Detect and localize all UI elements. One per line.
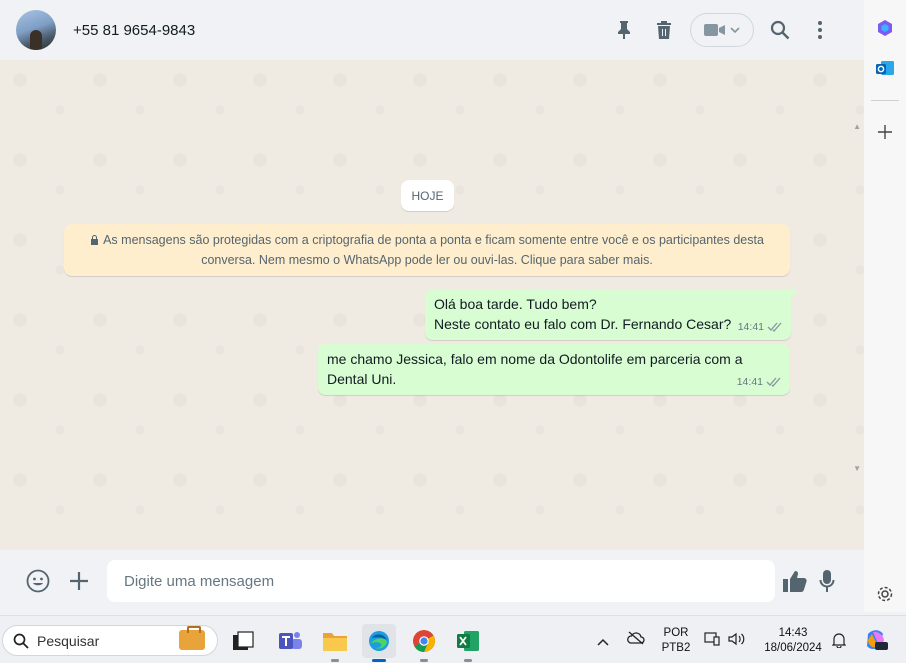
message-list[interactable]: ▲ ▼ HOJE As mensagens são protegidas com… — [0, 60, 864, 550]
microphone-icon[interactable] — [807, 561, 847, 601]
display-icon[interactable] — [704, 632, 720, 651]
edge-icon[interactable] — [362, 624, 396, 662]
chrome-icon[interactable] — [407, 624, 441, 662]
message-input[interactable] — [107, 560, 775, 602]
message-text-line: Olá boa tarde. Tudo bem? — [434, 296, 597, 312]
outlook-icon[interactable] — [872, 55, 898, 81]
running-indicator — [420, 659, 428, 662]
notification-bell-icon[interactable] — [831, 632, 847, 653]
chat-window: +55 81 9654-9843 ▲ ▼ HOJE As mensagens s… — [0, 0, 864, 612]
lock-icon — [91, 235, 99, 245]
taskbar-search[interactable]: Pesquisar — [2, 625, 218, 656]
scroll-up-icon[interactable]: ▲ — [853, 122, 861, 131]
message-text-line: me chamo Jessica, falo em nome da Odonto… — [327, 351, 743, 367]
video-call-button[interactable] — [690, 13, 754, 47]
double-check-icon — [766, 377, 781, 387]
video-call-icon — [704, 24, 725, 36]
outgoing-message[interactable]: Olá boa tarde. Tudo bem? Neste contato e… — [425, 289, 799, 340]
contact-avatar[interactable] — [16, 10, 56, 50]
clock-date: 18/06/2024 — [764, 642, 822, 654]
copilot-pre-icon[interactable] — [864, 628, 888, 657]
task-view-icon[interactable] — [226, 624, 260, 658]
language-indicator[interactable]: POR PTB2 — [660, 626, 692, 656]
search-icon[interactable] — [760, 10, 800, 50]
message-text-line: Dental Uni. — [327, 371, 397, 387]
composer — [0, 550, 864, 612]
briefcase-icon — [179, 626, 205, 650]
message-time: 14:41 — [736, 376, 763, 388]
add-icon[interactable] — [872, 119, 898, 145]
search-icon — [13, 633, 29, 649]
teams-icon[interactable] — [273, 624, 307, 658]
delete-icon[interactable] — [644, 10, 684, 50]
language-code: POR — [663, 627, 689, 639]
sidebar-divider — [871, 100, 899, 101]
message-meta: 14:41 — [737, 372, 782, 392]
message-time: 14:41 — [737, 321, 764, 333]
double-check-icon — [767, 322, 782, 332]
message-meta: 14:41 — [738, 317, 783, 337]
running-indicator — [464, 659, 472, 662]
keyboard-layout: PTB2 — [661, 642, 691, 654]
settings-gear-icon[interactable] — [872, 581, 898, 607]
header-actions — [604, 10, 840, 50]
taskbar-search-label: Pesquisar — [37, 632, 100, 649]
copilot-icon[interactable] — [872, 15, 898, 41]
message-text-line: Neste contato eu falo com Dr. Fernando C… — [434, 316, 732, 332]
attach-plus-icon[interactable] — [59, 561, 99, 601]
active-indicator — [372, 659, 386, 662]
menu-icon[interactable] — [800, 10, 840, 50]
contact-name[interactable]: +55 81 9654-9843 — [73, 22, 195, 39]
chevron-down-icon — [730, 27, 740, 34]
browser-sidebar — [864, 0, 906, 612]
running-indicator — [331, 659, 339, 662]
encryption-notice-text: As mensagens são protegidas com a cripto… — [103, 233, 764, 267]
excel-icon[interactable] — [451, 624, 485, 662]
volume-icon[interactable] — [728, 632, 746, 651]
clock-time: 14:43 — [778, 627, 808, 639]
chevron-up-icon[interactable] — [597, 633, 609, 651]
chat-header: +55 81 9654-9843 — [0, 0, 864, 60]
scroll-down-icon[interactable]: ▼ — [853, 464, 861, 473]
pin-icon[interactable] — [604, 10, 644, 50]
encryption-notice[interactable]: As mensagens são protegidas com a cripto… — [64, 224, 790, 276]
taskbar: Pesquisar POR PTB2 14:43 18/06/2024 — [0, 615, 906, 663]
network-offline-icon[interactable] — [627, 631, 645, 650]
date-chip: HOJE — [401, 180, 454, 211]
outgoing-message[interactable]: me chamo Jessica, falo em nome da Odonto… — [318, 344, 790, 395]
clock[interactable]: 14:43 18/06/2024 — [758, 626, 828, 656]
file-explorer-icon[interactable] — [318, 624, 352, 662]
emoji-icon[interactable] — [18, 561, 58, 601]
